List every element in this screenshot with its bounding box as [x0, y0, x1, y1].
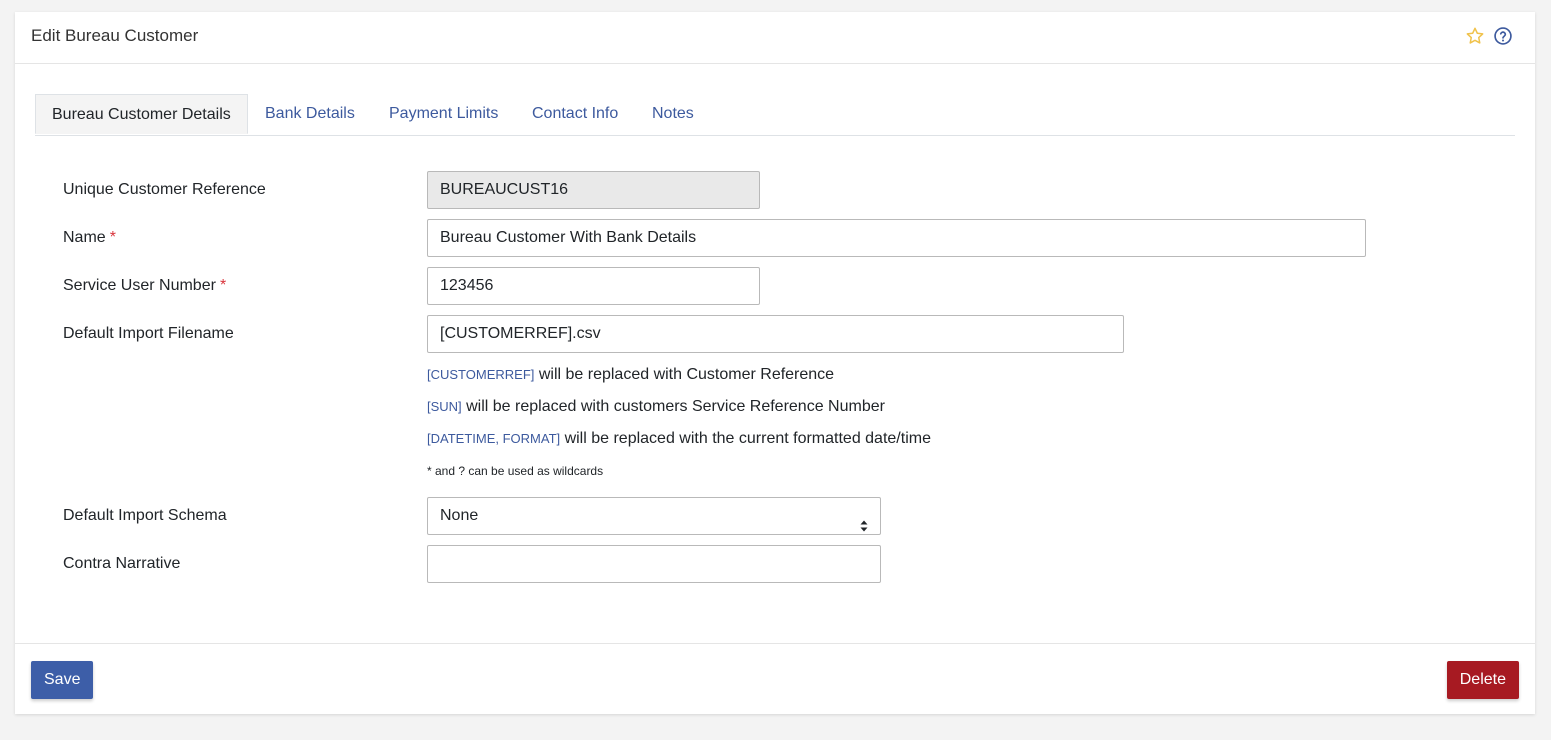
card-footer: Save Delete — [15, 643, 1535, 715]
star-outline-icon[interactable] — [1465, 26, 1485, 46]
unique-ref-label: Unique Customer Reference — [63, 181, 266, 198]
import-schema-select[interactable]: None — [427, 497, 881, 535]
tab-bureau-customer-details[interactable]: Bureau Customer Details — [35, 94, 248, 134]
edit-customer-card: Edit Bureau Customer Bureau Customer Det… — [15, 12, 1535, 714]
required-mark: * — [109, 229, 116, 246]
hint-token: [DATETIME, FORMAT] — [427, 431, 561, 446]
hint-text: will be replaced with Customer Reference — [534, 366, 835, 383]
tab-notes[interactable]: Notes — [652, 94, 694, 134]
hint-text: will be replaced with the current format… — [560, 430, 931, 447]
name-input[interactable] — [427, 219, 1366, 257]
delete-button[interactable]: Delete — [1446, 661, 1519, 699]
name-label: Name * — [63, 229, 116, 247]
card-header: Edit Bureau Customer — [15, 12, 1535, 64]
contra-narrative-label: Contra Narrative — [63, 555, 181, 572]
required-mark: * — [219, 277, 227, 294]
name-label-text: Name — [63, 229, 106, 246]
tab-bar: Bureau Customer Details Bank Details Pay… — [35, 94, 1515, 136]
tab-payment-limits[interactable]: Payment Limits — [389, 94, 498, 134]
hint-token: [CUSTOMERREF] — [427, 367, 535, 382]
import-schema-selected: None — [440, 507, 479, 524]
hint-customerref: [CUSTOMERREF] will be replaced with Cust… — [427, 366, 834, 384]
tab-bank-details[interactable]: Bank Details — [265, 94, 355, 134]
unique-ref-input[interactable] — [427, 171, 760, 209]
hint-token: [SUN] — [427, 399, 462, 414]
page-title: Edit Bureau Customer — [31, 26, 199, 45]
hint-sun: [SUN] will be replaced with customers Se… — [427, 398, 885, 416]
contra-narrative-input[interactable] — [427, 545, 881, 583]
select-arrows-icon — [860, 510, 868, 532]
header-actions — [1465, 26, 1513, 46]
sun-label-text: Service User Number — [63, 277, 216, 294]
save-button[interactable]: Save — [31, 661, 94, 699]
import-schema-label: Default Import Schema — [63, 507, 227, 524]
service-user-number-input[interactable] — [427, 267, 760, 305]
import-filename-label: Default Import Filename — [63, 325, 234, 342]
wildcard-hint: * and ? can be used as wildcards — [427, 464, 604, 478]
hint-datetime: [DATETIME, FORMAT] will be replaced with… — [427, 430, 931, 448]
sun-label: Service User Number * — [63, 277, 226, 295]
question-circle-icon[interactable] — [1493, 26, 1513, 46]
import-filename-input[interactable] — [427, 315, 1124, 353]
tab-contact-info[interactable]: Contact Info — [532, 94, 618, 134]
hint-text: will be replaced with customers Service … — [461, 398, 885, 415]
